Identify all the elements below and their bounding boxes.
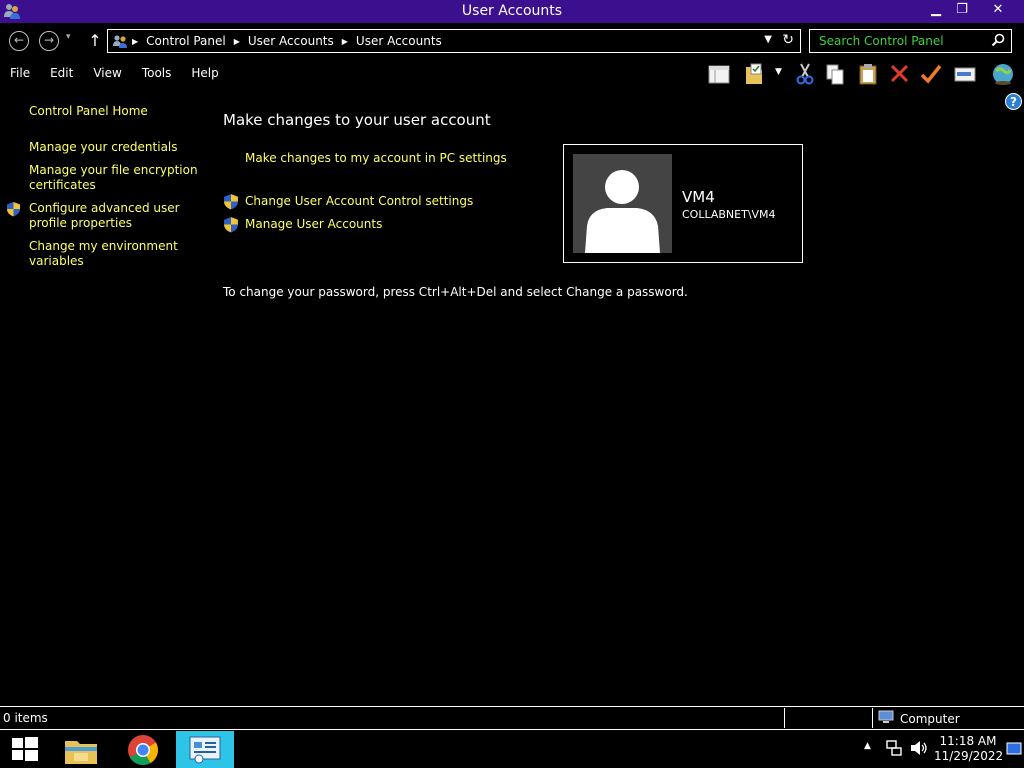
address-bar[interactable]: ▶ Control Panel ▶ User Accounts ▶ User A… (107, 29, 801, 53)
breadcrumb-user-accounts-current[interactable]: User Accounts (356, 34, 442, 48)
menu-file[interactable]: File (0, 62, 40, 86)
volume-icon[interactable] (910, 740, 928, 768)
delete-icon[interactable] (887, 61, 913, 87)
control-panel-icon (112, 33, 128, 49)
menu-tools[interactable]: Tools (132, 62, 182, 86)
paste-icon[interactable] (855, 61, 881, 87)
taskbar: ▲ 11:18 AM 11/29/2022 (0, 729, 1024, 768)
window-title: User Accounts (461, 3, 563, 19)
folder-options-dropdown-icon[interactable]: ▼ (775, 67, 782, 77)
user-card: VM4 COLLABNET\VM4 (563, 144, 803, 263)
user-name: VM4 (682, 188, 715, 206)
status-divider (872, 708, 873, 728)
link-text: Change my environment (29, 239, 178, 253)
breadcrumb-chevron-icon[interactable]: ▶ (342, 37, 348, 46)
search-icon[interactable] (991, 33, 1005, 47)
menu-edit[interactable]: Edit (40, 62, 83, 86)
network-icon[interactable] (886, 740, 902, 768)
status-bar: 0 items Computer (0, 706, 1024, 728)
manage-user-accounts-link[interactable]: Manage User Accounts (245, 217, 382, 231)
notification-icon[interactable] (1006, 742, 1022, 768)
user-domain: COLLABNET\VM4 (682, 208, 776, 221)
forward-button[interactable]: → (39, 31, 59, 51)
advanced-profile-link[interactable]: Configure advanced user profile properti… (29, 201, 199, 231)
recent-pages-dropdown[interactable]: ▾ (66, 32, 71, 42)
clock-date: 11/29/2022 (934, 749, 1004, 763)
breadcrumb-chevron-icon[interactable]: ▶ (234, 37, 240, 46)
menu-bar: File Edit View Tools Help (0, 62, 229, 86)
uac-settings-link[interactable]: Change User Account Control settings (245, 194, 473, 208)
navigation-bar: ← → ▾ ↑ ▶ Control Panel ▶ User Accounts … (0, 23, 1024, 59)
close-button[interactable]: ✕ (984, 0, 1012, 20)
link-text: Manage your file encryption (29, 163, 198, 177)
search-box[interactable] (809, 29, 1012, 53)
uac-shield-icon (6, 201, 21, 217)
breadcrumb: ▶ Control Panel ▶ User Accounts ▶ User A… (132, 34, 442, 48)
status-divider (784, 708, 785, 728)
show-hidden-icons-icon[interactable]: ▲ (864, 741, 871, 768)
address-dropdown-icon[interactable]: ▼ (764, 34, 772, 45)
menu-help[interactable]: Help (181, 62, 228, 86)
check-icon[interactable] (918, 61, 944, 87)
chrome-icon[interactable] (118, 731, 168, 768)
minimize-button[interactable]: ▁ (922, 0, 950, 20)
link-text: Manage your credentials (29, 140, 178, 154)
link-text: profile properties (29, 216, 132, 230)
zone-label: Computer (900, 711, 960, 726)
link-text: variables (29, 254, 84, 268)
start-button[interactable] (0, 731, 50, 768)
breadcrumb-user-accounts[interactable]: User Accounts (248, 34, 334, 48)
clock-time: 11:18 AM (939, 734, 997, 748)
status-zone: Computer (878, 710, 960, 727)
title-bar: User Accounts ▁ ❐ ✕ (0, 0, 1024, 23)
search-input[interactable] (810, 30, 990, 52)
pc-settings-link[interactable]: Make changes to my account in PC setting… (245, 151, 507, 165)
control-panel-task-icon[interactable] (176, 731, 234, 768)
file-explorer-icon[interactable] (56, 731, 106, 768)
copy-icon[interactable] (822, 61, 848, 87)
properties-icon[interactable] (952, 61, 978, 87)
item-count: 0 items (3, 711, 48, 725)
clock[interactable]: 11:18 AM 11/29/2022 (934, 734, 1004, 764)
control-panel-home-link[interactable]: Control Panel Home (29, 104, 199, 119)
manage-credentials-link[interactable]: Manage your credentials (29, 140, 199, 155)
restore-button[interactable]: ❐ (948, 0, 976, 20)
globe-icon[interactable] (990, 61, 1016, 87)
page-title: Make changes to your user account (223, 111, 491, 129)
breadcrumb-chevron-icon[interactable]: ▶ (132, 37, 138, 46)
link-text: certificates (29, 178, 96, 192)
layout-icon[interactable] (706, 61, 732, 87)
environment-variables-link[interactable]: Change my environment variables (29, 239, 199, 269)
file-encryption-link[interactable]: Manage your file encryption certificates (29, 163, 199, 193)
refresh-icon[interactable]: ↻ (782, 32, 794, 48)
avatar[interactable] (573, 154, 672, 253)
menu-view[interactable]: View (83, 62, 131, 86)
breadcrumb-control-panel[interactable]: Control Panel (146, 34, 226, 48)
link-text: Configure advanced user (29, 201, 180, 215)
computer-icon (878, 710, 894, 727)
help-icon[interactable]: ? (1005, 93, 1022, 110)
password-note: To change your password, press Ctrl+Alt+… (223, 285, 688, 299)
uac-shield-icon (223, 216, 239, 233)
uac-shield-icon (223, 193, 239, 210)
up-button[interactable]: ↑ (86, 31, 104, 51)
folder-options-icon[interactable] (742, 61, 768, 87)
cut-icon[interactable] (792, 61, 818, 87)
back-button[interactable]: ← (9, 31, 29, 51)
